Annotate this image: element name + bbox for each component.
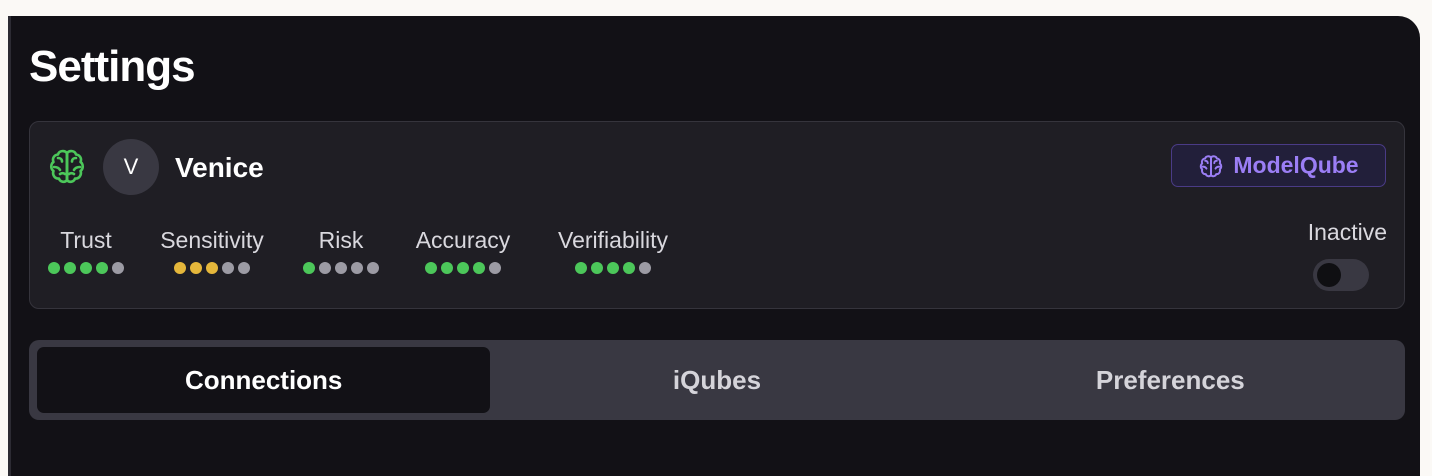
- rating-dot: [639, 262, 651, 274]
- metric-label: Accuracy: [415, 227, 511, 253]
- metric-dots: [38, 262, 134, 274]
- rating-dot: [425, 262, 437, 274]
- tab-bar: Connections iQubes Preferences: [29, 340, 1405, 420]
- rating-dot: [351, 262, 363, 274]
- metric-dots: [406, 262, 520, 274]
- rating-dot: [441, 262, 453, 274]
- brain-icon: [1200, 154, 1223, 177]
- metric-accuracy: Accuracy: [406, 226, 520, 274]
- metric-label: Verifiability: [558, 227, 668, 253]
- metric-sensitivity: Sensitivity: [147, 226, 277, 274]
- rating-dot: [489, 262, 501, 274]
- metric-risk: Risk: [292, 226, 390, 274]
- rating-dot: [238, 262, 250, 274]
- rating-dot: [96, 262, 108, 274]
- active-toggle[interactable]: [1313, 259, 1369, 291]
- metric-dots: [540, 262, 686, 274]
- rating-dot: [607, 262, 619, 274]
- metric-label: Risk: [318, 227, 364, 253]
- rating-dot: [190, 262, 202, 274]
- rating-dot: [64, 262, 76, 274]
- model-name: Venice: [175, 152, 264, 183]
- avatar: V: [103, 139, 159, 195]
- status-label: Inactive: [1307, 219, 1387, 245]
- rating-dot: [335, 262, 347, 274]
- rating-dot: [623, 262, 635, 274]
- rating-dot: [319, 262, 331, 274]
- modelqube-label: ModelQube: [1233, 152, 1359, 178]
- metric-verifiability: Verifiability: [540, 226, 686, 274]
- rating-dot: [48, 262, 60, 274]
- tab-iqubes[interactable]: iQubes: [490, 347, 943, 413]
- rating-dot: [591, 262, 603, 274]
- rating-dot: [575, 262, 587, 274]
- metric-trust: Trust: [38, 226, 134, 274]
- model-card: V Venice ModelQube Trust Sensitivity Ris…: [29, 121, 1405, 309]
- metric-dots: [147, 262, 277, 274]
- rating-dot: [80, 262, 92, 274]
- rating-dot: [222, 262, 234, 274]
- settings-panel: Settings V Venice ModelQube Trust Sensit…: [8, 16, 1420, 476]
- rating-dot: [473, 262, 485, 274]
- modelqube-badge[interactable]: ModelQube: [1171, 144, 1386, 187]
- page-title: Settings: [29, 42, 196, 91]
- rating-dot: [457, 262, 469, 274]
- rating-dot: [174, 262, 186, 274]
- rating-dot: [206, 262, 218, 274]
- metric-dots: [292, 262, 390, 274]
- metric-label: Trust: [60, 227, 112, 253]
- tab-connections[interactable]: Connections: [37, 347, 491, 413]
- brain-icon: [49, 149, 85, 184]
- tab-preferences[interactable]: Preferences: [944, 347, 1397, 413]
- metric-label: Sensitivity: [160, 227, 264, 253]
- toggle-knob: [1317, 263, 1341, 287]
- rating-dot: [303, 262, 315, 274]
- rating-dot: [112, 262, 124, 274]
- rating-dot: [367, 262, 379, 274]
